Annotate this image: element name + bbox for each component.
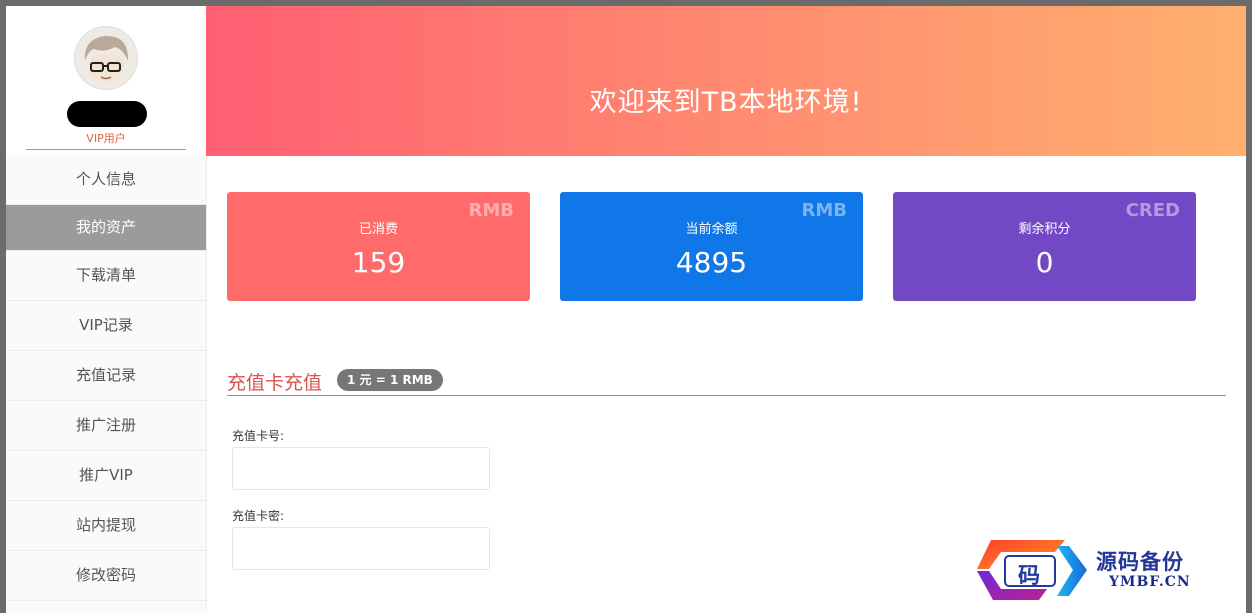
user-profile: VIP用户 (6, 6, 206, 155)
sidebar-item-my-assets[interactable]: 我的资产 (6, 205, 206, 251)
stat-card-spent: RMB 已消费 159 (227, 192, 530, 301)
stat-value: 0 (1035, 246, 1054, 279)
section-divider (227, 395, 1226, 396)
sidebar-nav: 个人信息 我的资产 下载清单 VIP记录 充值记录 推广注册 推广VIP 站内提… (6, 155, 206, 601)
sidebar-item-withdraw[interactable]: 站内提现 (6, 501, 206, 551)
stat-card-balance: RMB 当前余额 4895 (560, 192, 863, 301)
user-role: VIP用户 (26, 130, 186, 150)
sidebar-item-download-list[interactable]: 下载清单 (6, 251, 206, 301)
stat-card-points: CRED 剩余积分 0 (893, 192, 1196, 301)
sidebar-item-vip-records[interactable]: VIP记录 (6, 301, 206, 351)
stat-label: 剩余积分 (1018, 222, 1071, 237)
avatar-image (75, 27, 137, 89)
sidebar-item-profile-info[interactable]: 个人信息 (6, 155, 206, 205)
sidebar-item-promo-register[interactable]: 推广注册 (6, 401, 206, 451)
watermark-text-en: YMBF.CN (1109, 574, 1191, 590)
stat-value: 159 (351, 246, 406, 279)
watermark-text-cn: 源码备份 (1096, 549, 1184, 574)
page-frame: VIP用户 个人信息 我的资产 下载清单 VIP记录 充值记录 推广注册 推广V… (6, 6, 1246, 613)
avatar[interactable] (74, 26, 138, 90)
sidebar-item-recharge-records[interactable]: 充值记录 (6, 351, 206, 401)
card-number-label: 充值卡号: (232, 429, 285, 443)
stat-label: 当前余额 (685, 222, 738, 237)
sidebar-item-change-password[interactable]: 修改密码 (6, 551, 206, 601)
sidebar-item-promo-vip[interactable]: 推广VIP (6, 451, 206, 501)
exchange-rate-badge: 1 元 = 1 RMB (337, 369, 443, 391)
watermark: 码 源码备份 YMBF.CN (969, 534, 1229, 604)
stat-label: 已消费 (358, 222, 398, 237)
sidebar: VIP用户 个人信息 我的资产 下载清单 VIP记录 充值记录 推广注册 推广V… (6, 6, 207, 613)
watermark-logo-char: 码 (1018, 563, 1041, 589)
card-password-label: 充值卡密: (232, 509, 285, 523)
card-number-input[interactable] (232, 447, 490, 490)
username-redacted (67, 101, 147, 127)
welcome-banner: 欢迎来到TB本地环境! (206, 6, 1246, 156)
stat-value: 4895 (675, 246, 748, 279)
banner-title: 欢迎来到TB本地环境! (589, 87, 863, 118)
recharge-section-title: 充值卡充值 (227, 372, 323, 394)
card-password-input[interactable] (232, 527, 490, 570)
